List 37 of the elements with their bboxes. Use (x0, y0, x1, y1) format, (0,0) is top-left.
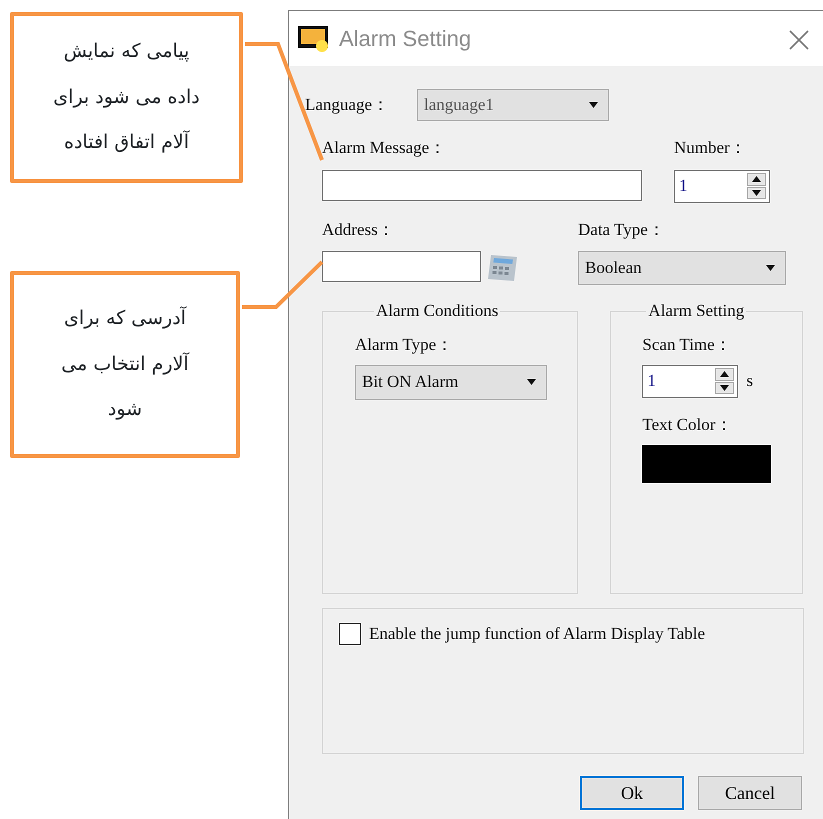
caret-icon (766, 265, 775, 271)
spin-down-button[interactable] (747, 186, 766, 199)
text-field[interactable] (322, 170, 642, 200)
field-label: Alarm Type： (355, 334, 454, 356)
color-swatch[interactable] (642, 445, 772, 483)
callout-note: پیامی که نمایش داده می شود برای آلام اتفاق افتاده (10, 12, 243, 183)
up-arrow-icon (752, 176, 761, 182)
checkbox-label: Enable the jump function of Alarm Display Table (369, 623, 706, 645)
field-label: Alarm Message： (322, 137, 448, 159)
caret-icon (527, 379, 536, 385)
field-label: Address： (322, 218, 396, 240)
text-field[interactable] (322, 251, 481, 282)
number-spinner[interactable]: 1 (674, 170, 770, 202)
language-dropdown[interactable]: language1 (417, 89, 609, 121)
data-type-dropdown[interactable]: Boolean (578, 251, 786, 285)
alarm-type-dropdown[interactable]: Bit ON Alarm (355, 364, 547, 400)
down-arrow-icon (720, 384, 730, 391)
down-arrow-icon (752, 190, 761, 196)
scan-time-spinner[interactable]: 1 (642, 364, 738, 398)
caret-icon (589, 102, 598, 108)
group-title: Alarm Setting (646, 301, 746, 321)
app-icon (297, 24, 331, 52)
field-label: Text Color： (642, 414, 734, 436)
ok-button[interactable]: Ok (580, 776, 684, 810)
field-label: Language： (305, 94, 390, 116)
up-arrow-icon (720, 371, 730, 378)
field-label: Scan Time： (642, 334, 733, 356)
window-title: Alarm Setting (339, 25, 472, 53)
spin-down-button[interactable] (715, 382, 734, 394)
callout-note: آدرسی که برای آلارم انتخاب می شود (10, 271, 240, 458)
unit-label: s (746, 370, 754, 392)
spin-up-button[interactable] (747, 173, 766, 186)
field-label: Data Type： (578, 218, 666, 241)
spin-up-button[interactable] (715, 368, 734, 380)
cancel-button[interactable]: Cancel (698, 776, 802, 810)
checkbox[interactable] (339, 622, 361, 645)
field-label: Number： (674, 137, 748, 159)
